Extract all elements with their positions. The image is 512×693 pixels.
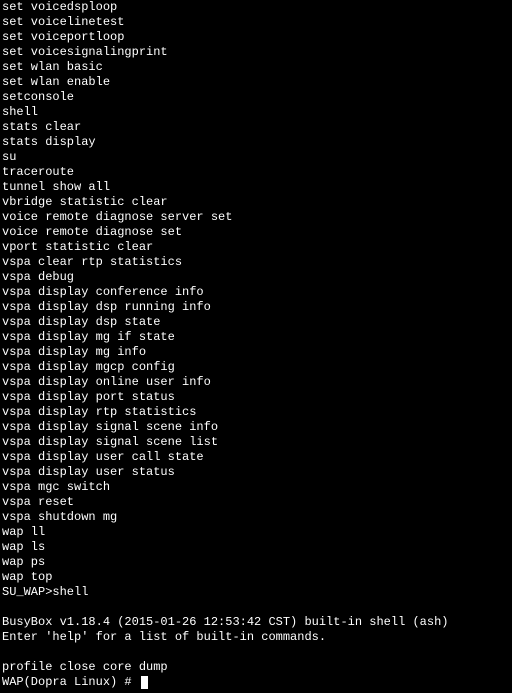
command-list-line: voice remote diagnose set (2, 225, 512, 240)
blank-line (2, 645, 512, 660)
command-list-line: wap ls (2, 540, 512, 555)
command-list-line: stats display (2, 135, 512, 150)
command-list-line: wap top (2, 570, 512, 585)
command-list-line: set wlan enable (2, 75, 512, 90)
command-list-line: vspa display mg if state (2, 330, 512, 345)
command-list-line: vspa display dsp state (2, 315, 512, 330)
command-list-line: vspa display conference info (2, 285, 512, 300)
busybox-banner: BusyBox v1.18.4 (2015-01-26 12:53:42 CST… (2, 615, 512, 630)
command-list-line: vport statistic clear (2, 240, 512, 255)
command-list-line: vspa mgc switch (2, 480, 512, 495)
command-list-line: set wlan basic (2, 60, 512, 75)
command-list-line: vspa display dsp running info (2, 300, 512, 315)
command-list-line: voice remote diagnose server set (2, 210, 512, 225)
command-list-line: shell (2, 105, 512, 120)
command-list-line: vspa debug (2, 270, 512, 285)
command-list-line: wap ps (2, 555, 512, 570)
command-list-line: vspa display mgcp config (2, 360, 512, 375)
command-list-line: set voicelinetest (2, 15, 512, 30)
command-list-line: set voiceportloop (2, 30, 512, 45)
blank-line (2, 600, 512, 615)
command-list-line: su (2, 150, 512, 165)
command-list-line: vbridge statistic clear (2, 195, 512, 210)
command-list-line: set voicedsploop (2, 0, 512, 15)
command-list-line: vspa display user call state (2, 450, 512, 465)
terminal-output[interactable]: set voicedsploopset voicelinetestset voi… (2, 0, 512, 690)
command-list-line: vspa display signal scene list (2, 435, 512, 450)
command-list-line: setconsole (2, 90, 512, 105)
help-hint: Enter 'help' for a list of built-in comm… (2, 630, 512, 645)
command-list-line: wap ll (2, 525, 512, 540)
command-list-line: vspa shutdown mg (2, 510, 512, 525)
command-list-line: traceroute (2, 165, 512, 180)
shell-prompt[interactable]: WAP(Dopra Linux) # (2, 675, 512, 690)
command-list-line: vspa display signal scene info (2, 420, 512, 435)
command-list-line: vspa display online user info (2, 375, 512, 390)
command-list-line: vspa display mg info (2, 345, 512, 360)
command-list-line: vspa clear rtp statistics (2, 255, 512, 270)
profile-line: profile close core dump (2, 660, 512, 675)
cursor (141, 676, 148, 689)
shell-prompt-line: SU_WAP>shell (2, 585, 512, 600)
command-list-line: vspa display port status (2, 390, 512, 405)
command-list-line: vspa display rtp statistics (2, 405, 512, 420)
command-list-line: tunnel show all (2, 180, 512, 195)
command-list-line: set voicesignalingprint (2, 45, 512, 60)
command-list-line: vspa display user status (2, 465, 512, 480)
command-list-line: vspa reset (2, 495, 512, 510)
prompt-text: WAP(Dopra Linux) # (2, 675, 139, 690)
command-list-line: stats clear (2, 120, 512, 135)
